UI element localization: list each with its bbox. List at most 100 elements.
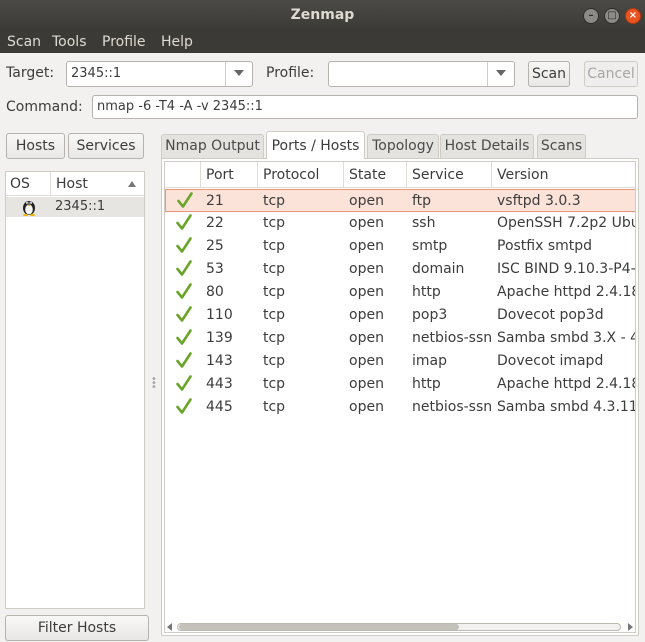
column-host[interactable]: Host	[51, 172, 144, 196]
sort-ascending-icon	[128, 181, 136, 187]
table-row[interactable]: 143 tcp open imap Dovecot imapd	[165, 350, 635, 373]
open-port-check-icon	[176, 214, 192, 230]
scroll-left-icon[interactable]	[167, 623, 172, 631]
scroll-right-icon[interactable]	[628, 623, 633, 631]
tab-ports-hosts[interactable]: Ports / Hosts	[266, 131, 365, 159]
title-bar: Zenmap – □ ×	[0, 0, 645, 31]
column-service[interactable]: Service	[407, 162, 492, 188]
cell-port: 25	[206, 238, 224, 254]
cell-service: domain	[412, 261, 465, 277]
profile-combo[interactable]	[328, 61, 515, 87]
hosts-button[interactable]: Hosts	[6, 133, 65, 159]
host-row[interactable]: 2345::1	[6, 197, 144, 217]
cell-version: Postfix smtpd	[497, 238, 593, 254]
open-port-check-icon	[177, 192, 193, 208]
table-row[interactable]: 21 tcp open ftp vsftpd 3.0.3	[165, 189, 635, 212]
cell-service: smtp	[412, 238, 448, 254]
cell-service: http	[412, 284, 441, 300]
horizontal-scrollbar[interactable]	[163, 620, 637, 634]
open-port-check-icon	[176, 260, 192, 276]
services-button[interactable]: Services	[68, 133, 144, 159]
scan-button[interactable]: Scan	[528, 61, 570, 87]
cell-protocol: tcp	[263, 399, 286, 415]
table-row[interactable]: 110 tcp open pop3 Dovecot pop3d	[165, 304, 635, 327]
target-value[interactable]: 2345::1	[71, 66, 121, 81]
target-dropdown-icon[interactable]	[225, 62, 252, 86]
cell-protocol: tcp	[263, 238, 286, 254]
cell-state: open	[349, 353, 384, 369]
open-port-check-icon	[176, 398, 192, 414]
pane-splitter[interactable]: • • •	[151, 375, 157, 393]
column-host-label: Host	[56, 176, 88, 192]
cell-state: open	[349, 238, 384, 254]
table-row[interactable]: 53 tcp open domain ISC BIND 9.10.3-P4-Ub	[165, 258, 635, 281]
cancel-button[interactable]: Cancel	[584, 61, 638, 87]
cell-service: pop3	[412, 307, 448, 323]
cell-version: Dovecot pop3d	[497, 307, 604, 323]
column-protocol[interactable]: Protocol	[258, 162, 344, 188]
cell-state: open	[349, 215, 384, 231]
maximize-icon[interactable]: □	[604, 8, 620, 24]
column-version[interactable]: Version	[492, 162, 635, 188]
open-port-check-icon	[176, 237, 192, 253]
cell-protocol: tcp	[263, 353, 286, 369]
tab-nmap-output[interactable]: Nmap Output	[161, 134, 264, 158]
target-combo[interactable]: 2345::1	[66, 61, 253, 87]
table-row[interactable]: 80 tcp open http Apache httpd 2.4.18 (	[165, 281, 635, 304]
cell-state: open	[349, 376, 384, 392]
column-status[interactable]	[165, 162, 201, 188]
table-header: Port Protocol State Service Version	[165, 162, 635, 188]
command-label: Command:	[6, 99, 83, 115]
cell-state: open	[349, 307, 384, 323]
menu-tools[interactable]: Tools	[52, 34, 87, 50]
cell-state: open	[349, 330, 384, 346]
column-os[interactable]: OS	[6, 172, 51, 196]
ports-hosts-panel: Port Protocol State Service Version 21 tc…	[161, 158, 639, 636]
cell-port: 80	[206, 284, 224, 300]
open-port-check-icon	[176, 283, 192, 299]
host-list[interactable]: OS Host 2345::1	[5, 171, 145, 609]
cell-protocol: tcp	[263, 284, 286, 300]
menu-profile[interactable]: Profile	[102, 34, 146, 50]
close-icon[interactable]: ×	[625, 8, 641, 24]
open-port-check-icon	[176, 306, 192, 322]
cell-service: imap	[412, 353, 447, 369]
menu-help[interactable]: Help	[161, 34, 193, 50]
open-port-check-icon	[176, 375, 192, 391]
command-field[interactable]: nmap -6 -T4 -A -v 2345::1	[92, 95, 638, 119]
ports-table[interactable]: Port Protocol State Service Version 21 tc…	[164, 161, 636, 633]
cell-port: 110	[206, 307, 233, 323]
filter-hosts-button[interactable]: Filter Hosts	[5, 615, 149, 641]
cell-service: ssh	[412, 215, 436, 231]
cell-state: open	[349, 193, 384, 209]
table-row[interactable]: 22 tcp open ssh OpenSSH 7.2p2 Ubunt	[165, 212, 635, 235]
cell-version: Samba smbd 3.X - 4.X	[497, 330, 635, 346]
cell-port: 143	[206, 353, 233, 369]
tab-scans[interactable]: Scans	[537, 134, 586, 158]
cell-protocol: tcp	[263, 193, 286, 209]
column-state[interactable]: State	[344, 162, 407, 188]
command-value[interactable]: nmap -6 -T4 -A -v 2345::1	[97, 99, 263, 114]
column-port[interactable]: Port	[201, 162, 258, 188]
tab-host-details[interactable]: Host Details	[440, 134, 534, 158]
cell-protocol: tcp	[263, 376, 286, 392]
cell-protocol: tcp	[263, 261, 286, 277]
cell-port: 22	[206, 215, 224, 231]
open-port-check-icon	[176, 329, 192, 345]
cell-state: open	[349, 399, 384, 415]
table-row[interactable]: 139 tcp open netbios-ssn Samba smbd 3.X - 4.…	[165, 327, 635, 350]
cell-version: Samba smbd 4.3.11-U	[497, 399, 636, 415]
open-port-check-icon	[176, 352, 192, 368]
table-row[interactable]: 25 tcp open smtp Postfix smtpd	[165, 235, 635, 258]
table-row[interactable]: 443 tcp open http Apache httpd 2.4.18 (	[165, 373, 635, 396]
table-row[interactable]: 445 tcp open netbios-ssn Samba smbd 4.3.11-U	[165, 396, 636, 419]
cell-port: 139	[206, 330, 233, 346]
profile-dropdown-icon[interactable]	[487, 62, 514, 86]
cell-port: 21	[206, 193, 224, 209]
cell-service: http	[412, 376, 441, 392]
tab-topology[interactable]: Topology	[367, 134, 439, 158]
scroll-thumb[interactable]	[179, 624, 459, 630]
minimize-icon[interactable]: –	[583, 8, 599, 24]
cell-service: ftp	[412, 193, 432, 209]
menu-scan[interactable]: Scan	[7, 34, 41, 50]
